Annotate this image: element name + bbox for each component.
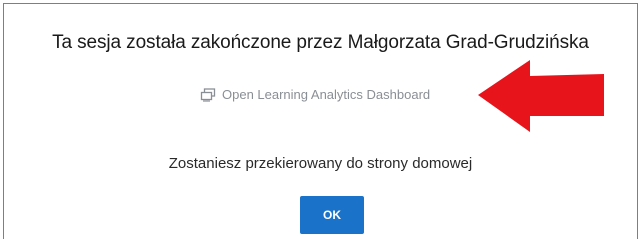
red-arrow-annotation-icon <box>478 60 604 132</box>
dashboard-icon <box>200 88 216 102</box>
open-dashboard-link[interactable]: Open Learning Analytics Dashboard <box>200 86 430 104</box>
dashboard-link-label: Open Learning Analytics Dashboard <box>222 87 431 102</box>
session-ended-dialog: Ta sesja została zakończone przez Małgor… <box>3 3 638 239</box>
ok-button[interactable]: OK <box>300 196 364 234</box>
redirect-message: Zostaniesz przekierowany do strony domow… <box>168 155 473 172</box>
dialog-title: Ta sesja została zakończone przez Małgor… <box>52 32 589 53</box>
